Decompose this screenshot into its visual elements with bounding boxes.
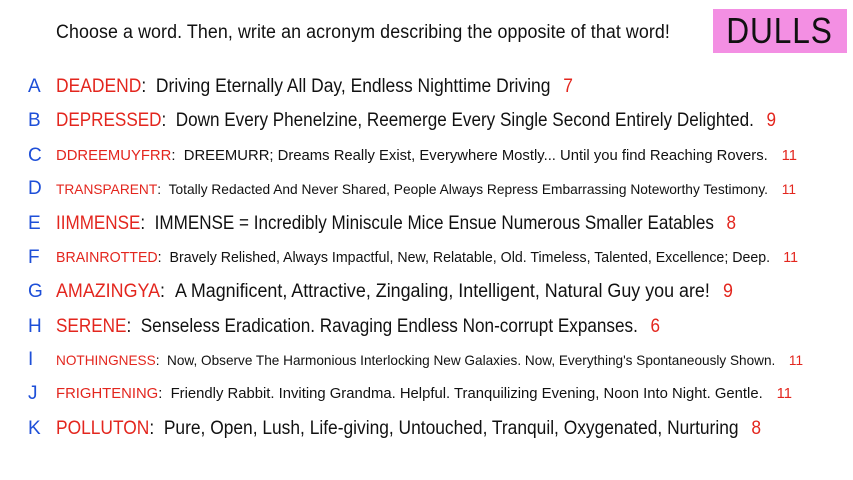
row-count: 9 xyxy=(766,110,777,131)
row-count: 7 xyxy=(563,76,573,97)
row-word: DDREEMUYFRR xyxy=(56,147,172,164)
row-colon: : xyxy=(149,418,164,439)
row-count: 11 xyxy=(788,352,804,368)
row-word: BRAINROTTED xyxy=(56,249,158,266)
row-letter: G xyxy=(28,281,43,302)
list-item: C DDREEMUYFRR: DREEMURR; Dreams Really E… xyxy=(0,144,853,168)
list-item: E IIMMENSE: IMMENSE = Incredibly Miniscu… xyxy=(0,212,853,236)
row-colon: : xyxy=(141,76,156,97)
row-letter: D xyxy=(28,178,42,199)
title-text: DULLS xyxy=(726,10,834,51)
row-word: SERENE xyxy=(56,316,127,337)
row-definition: Down Every Phenelzine, Reemerge Every Si… xyxy=(175,110,754,131)
row-count: 9 xyxy=(723,281,733,302)
row-count: 11 xyxy=(781,147,798,164)
row-count: 11 xyxy=(776,385,792,402)
row-word: FRIGHTENING xyxy=(56,385,159,402)
row-word: NOTHINGNESS xyxy=(56,352,156,368)
row-word: DEADEND xyxy=(56,76,142,97)
row-word: AMAZINGYA xyxy=(56,281,161,302)
row-definition: DREEMURR; Dreams Really Exist, Everywher… xyxy=(183,147,768,164)
row-colon: : xyxy=(126,316,141,337)
list-item: K POLLUTON: Pure, Open, Lush, Life-givin… xyxy=(0,417,853,441)
row-count: 6 xyxy=(650,316,661,337)
list-item: F BRAINROTTED: Bravely Relished, Always … xyxy=(0,246,853,270)
row-definition: Friendly Rabbit. Inviting Grandma. Helpf… xyxy=(170,385,763,402)
row-colon: : xyxy=(140,213,155,234)
list-item: J FRIGHTENING: Friendly Rabbit. Inviting… xyxy=(0,382,853,406)
row-definition: Senseless Eradication. Ravaging Endless … xyxy=(140,316,638,337)
row-count: 8 xyxy=(726,213,736,234)
list-item: G AMAZINGYA: A Magnificent, Attractive, … xyxy=(0,280,853,304)
list-item: B DEPRESSED: Down Every Phenelzine, Reem… xyxy=(0,109,853,133)
row-word: POLLUTON xyxy=(56,418,150,439)
row-letter: F xyxy=(28,247,40,268)
title-badge: DULLS xyxy=(713,9,847,53)
row-letter: A xyxy=(28,76,41,97)
row-colon: : xyxy=(161,110,176,131)
list-item: I NOTHINGNESS: Now, Observe The Harmonio… xyxy=(0,348,853,372)
row-letter: C xyxy=(28,145,42,166)
row-content: POLLUTON: Pure, Open, Lush, Life-giving,… xyxy=(56,417,761,441)
row-letter: K xyxy=(28,418,41,439)
row-content: IIMMENSE: IMMENSE = Incredibly Miniscule… xyxy=(56,212,736,236)
row-colon: : xyxy=(157,181,169,197)
row-word: IIMMENSE xyxy=(56,213,141,234)
row-content: DEADEND: Driving Eternally All Day, Endl… xyxy=(56,75,573,99)
row-content: TRANSPARENT: Totally Redacted And Never … xyxy=(56,177,796,201)
row-content: NOTHINGNESS: Now, Observe The Harmonious… xyxy=(56,348,803,372)
row-definition: Bravely Relished, Always Impactful, New,… xyxy=(169,249,771,266)
row-letter: H xyxy=(28,316,42,337)
row-letter: E xyxy=(28,213,41,234)
row-colon: : xyxy=(171,147,184,164)
row-definition: Pure, Open, Lush, Life-giving, Untouched… xyxy=(163,418,739,439)
list-item: D TRANSPARENT: Totally Redacted And Neve… xyxy=(0,177,853,201)
row-definition: IMMENSE = Incredibly Miniscule Mice Ensu… xyxy=(154,213,714,234)
row-content: BRAINROTTED: Bravely Relished, Always Im… xyxy=(56,246,798,270)
row-colon: : xyxy=(160,281,175,302)
row-definition: Driving Eternally All Day, Endless Night… xyxy=(155,76,551,97)
row-count: 11 xyxy=(783,249,799,266)
row-letter: B xyxy=(28,110,41,131)
row-word: TRANSPARENT xyxy=(56,181,158,197)
row-colon: : xyxy=(155,352,168,368)
row-content: SERENE: Senseless Eradication. Ravaging … xyxy=(56,315,660,339)
list-item: A DEADEND: Driving Eternally All Day, En… xyxy=(0,75,853,99)
row-content: FRIGHTENING: Friendly Rabbit. Inviting G… xyxy=(56,382,792,406)
instruction-text: Choose a word. Then, write an acronym de… xyxy=(56,22,670,43)
row-content: DEPRESSED: Down Every Phenelzine, Reemer… xyxy=(56,109,776,133)
row-content: AMAZINGYA: A Magnificent, Attractive, Zi… xyxy=(56,280,733,304)
list-item: H SERENE: Senseless Eradication. Ravagin… xyxy=(0,315,853,339)
row-definition: Totally Redacted And Never Shared, Peopl… xyxy=(168,181,768,197)
row-content: DDREEMUYFRR: DREEMURR; Dreams Really Exi… xyxy=(56,144,797,168)
row-definition: Now, Observe The Harmonious Interlocking… xyxy=(167,352,776,368)
row-letter: J xyxy=(28,383,38,404)
row-definition: A Magnificent, Attractive, Zingaling, In… xyxy=(174,281,710,302)
row-letter: I xyxy=(28,349,34,370)
row-word: DEPRESSED xyxy=(56,110,162,131)
row-count: 11 xyxy=(781,181,796,197)
row-colon: : xyxy=(158,385,171,402)
row-count: 8 xyxy=(751,418,762,439)
row-colon: : xyxy=(157,249,170,266)
